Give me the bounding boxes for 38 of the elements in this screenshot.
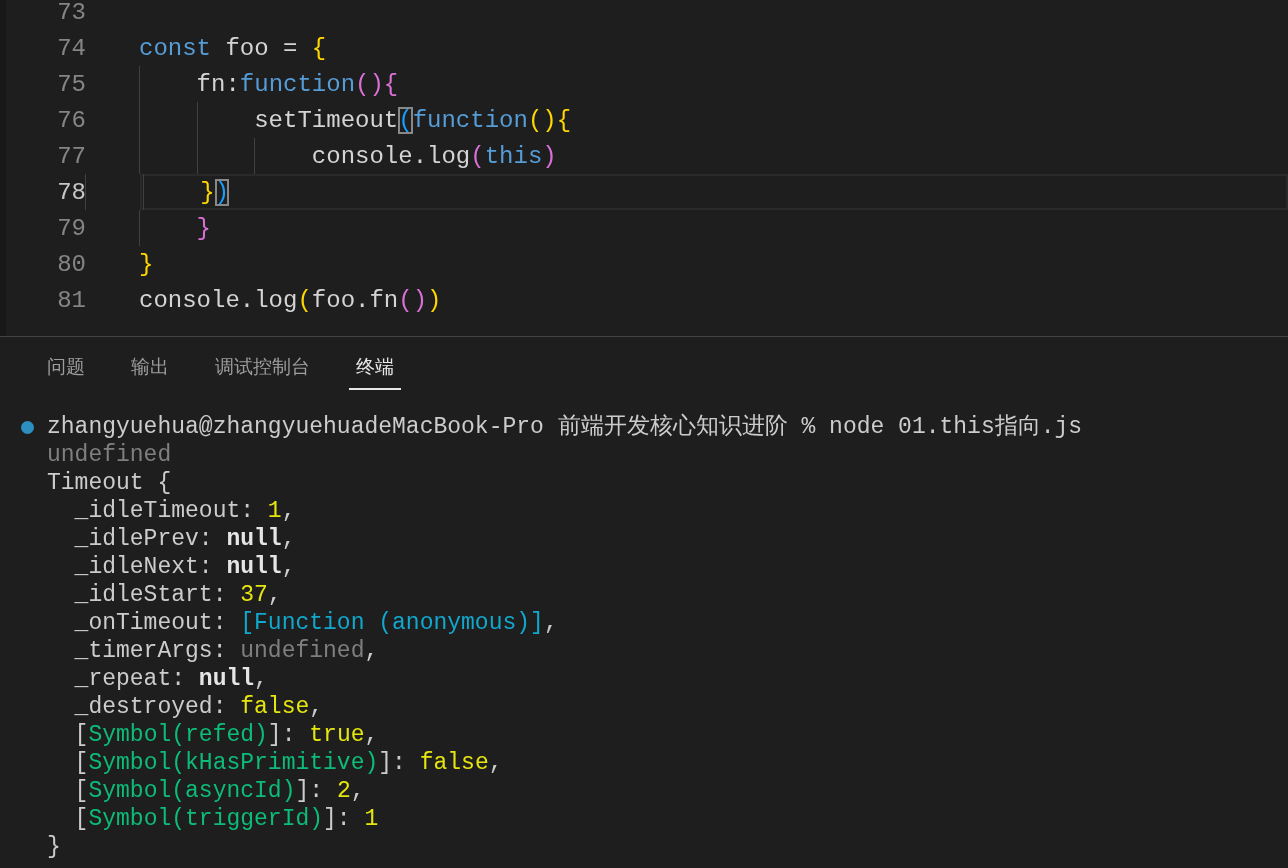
line-number: 73 xyxy=(56,0,86,26)
terminal-output-line: } xyxy=(47,833,62,861)
panel-tab[interactable]: 输出 xyxy=(124,346,176,390)
terminal-output-line: _idlePrev: null, xyxy=(73,525,297,553)
panel-tab[interactable]: 终端 xyxy=(349,346,401,390)
line-number: 77 xyxy=(56,142,86,170)
line-number: 75 xyxy=(56,70,86,98)
code-line: const foo = { xyxy=(139,34,327,62)
terminal-output-line: [Symbol(kHasPrimitive)]: false, xyxy=(73,749,504,777)
code-line: console.log(this) xyxy=(310,142,557,170)
code-line: setTimeout(function(){ xyxy=(253,106,572,134)
line-number: 80 xyxy=(56,250,86,278)
terminal-output-line: _idleStart: 37, xyxy=(73,581,283,609)
terminal-output-line: undefined xyxy=(47,441,173,469)
code-line: } xyxy=(139,250,154,278)
terminal-output-line: [Symbol(refed)]: true, xyxy=(73,721,380,749)
line-number: 78 xyxy=(56,178,86,206)
terminal-output-line: _destroyed: false, xyxy=(73,693,325,721)
panel-tab[interactable]: 调试控制台 xyxy=(208,346,317,390)
panel-tab[interactable]: 问题 xyxy=(40,346,92,390)
terminal-output-line: _idleTimeout: 1, xyxy=(73,497,297,525)
terminal-command: zhangyuehua@zhangyuehuadeMacBook-Pro 前端开发核心知识进阶 % node 01.this指向.js xyxy=(47,414,1083,440)
terminal-output-line: [Symbol(triggerId)]: 1 xyxy=(73,805,380,833)
terminal-output-line: _onTimeout: [Function (anonymous)], xyxy=(73,609,559,637)
terminal-output-line: _repeat: null, xyxy=(73,665,269,693)
code-line: console.log(foo.fn()) xyxy=(139,286,442,314)
terminal-output-line: _idleNext: null, xyxy=(73,553,297,581)
code-line: } xyxy=(195,214,211,242)
line-number: 76 xyxy=(56,106,86,134)
terminal-output-line: _timerArgs: undefined, xyxy=(73,637,380,665)
line-number: 79 xyxy=(56,214,86,242)
line-number: 74 xyxy=(56,34,86,62)
code-line: fn:function(){ xyxy=(195,70,399,98)
terminal-output-line: Timeout { xyxy=(47,469,173,497)
command-status-dot-icon xyxy=(21,421,34,434)
line-number: 81 xyxy=(56,286,86,314)
code-line: }) xyxy=(199,178,230,206)
terminal-output-line: [Symbol(asyncId)]: 2, xyxy=(73,777,366,805)
